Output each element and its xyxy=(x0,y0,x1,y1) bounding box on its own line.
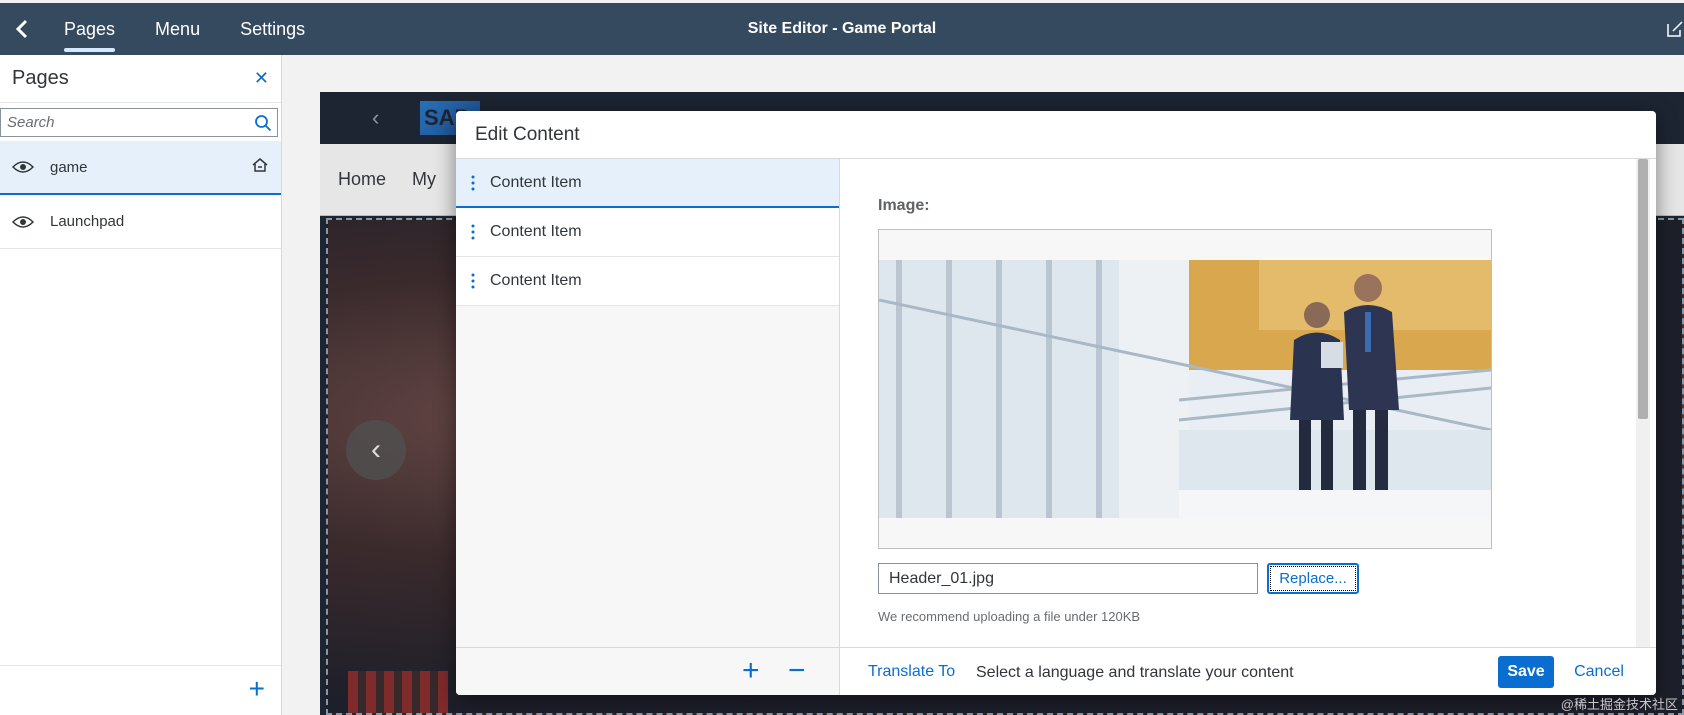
pages-panel-title: Pages xyxy=(12,67,69,89)
drag-handle-icon[interactable] xyxy=(456,223,490,241)
search-icon[interactable] xyxy=(249,114,277,132)
content-item[interactable]: Content Item xyxy=(456,208,839,257)
translate-to-link[interactable]: Translate To xyxy=(868,663,955,681)
eye-icon[interactable] xyxy=(12,215,34,229)
shell-bar: Pages Menu Settings Site Editor - Game P… xyxy=(0,3,1684,55)
content-item-label: Content Item xyxy=(490,272,582,289)
search-input[interactable] xyxy=(7,114,249,131)
eye-icon[interactable] xyxy=(12,160,34,174)
close-icon[interactable]: ✕ xyxy=(254,68,269,89)
image-label: Image: xyxy=(878,197,930,214)
edit-content-dialog: Edit Content Content Item Content Item C… xyxy=(456,111,1656,695)
add-item-button[interactable]: + xyxy=(742,654,760,688)
page-item-label: Launchpad xyxy=(50,213,125,230)
scrollbar-thumb[interactable] xyxy=(1638,159,1648,419)
tab-pages[interactable]: Pages xyxy=(44,3,135,55)
drag-handle-icon[interactable] xyxy=(456,272,490,290)
preview-nav-my[interactable]: My xyxy=(412,169,436,190)
replace-button[interactable]: Replace... xyxy=(1267,563,1359,594)
drag-handle-icon[interactable] xyxy=(456,174,490,192)
dialog-title: Edit Content xyxy=(456,111,1656,159)
preview-hero-detail xyxy=(348,671,448,713)
save-button[interactable]: Save xyxy=(1498,656,1554,688)
content-item[interactable]: Content Item xyxy=(456,257,839,306)
pages-panel: Pages ✕ game Launchpad + xyxy=(0,55,282,715)
content-item-editor: Image: Header_01.jpg Replace... We recom… xyxy=(840,159,1656,647)
back-icon[interactable] xyxy=(0,3,44,55)
content-item-label: Content Item xyxy=(490,173,582,191)
preview-nav-home[interactable]: Home xyxy=(338,169,386,190)
pages-panel-footer: + xyxy=(0,665,281,715)
remove-item-button[interactable]: − xyxy=(788,654,806,688)
home-icon xyxy=(251,157,269,177)
translate-description: Select a language and translate your con… xyxy=(976,664,1294,681)
add-page-button[interactable]: + xyxy=(249,674,265,704)
preview-back-icon: ‹ xyxy=(372,105,380,130)
carousel-prev-icon[interactable]: ‹ xyxy=(346,420,406,480)
page-item-label: game xyxy=(50,158,88,176)
content-item-list: Content Item Content Item Content Item xyxy=(456,159,840,647)
page-item-game[interactable]: game xyxy=(0,141,281,195)
edit-icon[interactable] xyxy=(1666,20,1684,38)
dialog-footer: + − Translate To Select a language and t… xyxy=(456,647,1656,695)
pages-panel-header: Pages ✕ xyxy=(0,55,281,103)
content-item[interactable]: Content Item xyxy=(456,159,839,208)
file-name-field[interactable] xyxy=(878,563,1258,594)
content-item-list-footer: + − xyxy=(456,648,840,695)
tab-settings[interactable]: Settings xyxy=(220,3,325,55)
image-preview-frame xyxy=(878,229,1492,549)
watermark: @稀土掘金技术社区 xyxy=(1560,697,1678,712)
header-image-preview xyxy=(879,260,1491,518)
cancel-button[interactable]: Cancel xyxy=(1566,656,1632,688)
tab-menu[interactable]: Menu xyxy=(135,3,220,55)
page-item-launchpad[interactable]: Launchpad xyxy=(0,195,281,249)
search-field xyxy=(0,108,278,137)
upload-hint: We recommend uploading a file under 120K… xyxy=(878,609,1141,624)
content-item-label: Content Item xyxy=(490,223,582,240)
